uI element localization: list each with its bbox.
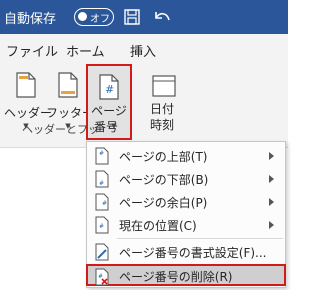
- submenu-arrow-icon: [269, 198, 274, 206]
- menu-item-page-margins[interactable]: # ページの余白(P): [87, 191, 285, 213]
- date-time-button[interactable]: 日付 時刻: [140, 64, 184, 140]
- date-time-label-line1: 日付: [149, 102, 174, 116]
- menu-separator: [117, 238, 283, 239]
- menu-item-top-of-page[interactable]: # ページの上部(T): [87, 145, 285, 167]
- menu-item-remove-page-numbers[interactable]: # ページ番号の削除(R): [86, 264, 286, 286]
- submenu-arrow-icon: [269, 175, 274, 183]
- ribbon-panel: ヘッダー ▼ フッター ▼ # ページ 番号 ▼ 日付 時刻 ヘッダーとフッ: [0, 64, 288, 148]
- tab-file[interactable]: ファイル: [6, 41, 58, 60]
- toggle-knob: [78, 12, 87, 21]
- svg-text:#: #: [99, 150, 104, 157]
- tab-insert[interactable]: 挿入: [130, 41, 156, 60]
- menu-item-label: ページの余白(P): [119, 196, 208, 210]
- title-bar: 自動保存 オフ: [0, 0, 288, 34]
- submenu-arrow-icon: [269, 152, 274, 160]
- undo-icon[interactable]: [152, 8, 172, 26]
- footer-button-label: フッター: [46, 106, 95, 120]
- page-bottom-icon: #: [95, 170, 109, 188]
- menu-item-format-page-numbers[interactable]: ページ番号の書式設定(F)...: [87, 241, 285, 263]
- format-page-number-icon: [95, 243, 109, 261]
- page-number-label-line1: ページ: [91, 104, 127, 118]
- date-time-label-line2: 時刻: [149, 118, 174, 132]
- menu-item-label: ページの上部(T): [119, 150, 208, 164]
- header-button-label: ヘッダー: [4, 106, 53, 120]
- autosave-label: 自動保存: [4, 12, 57, 27]
- svg-text:#: #: [99, 223, 104, 230]
- svg-text:#: #: [99, 180, 104, 187]
- autosave-toggle[interactable]: オフ: [74, 8, 114, 26]
- submenu-arrow-icon: [269, 221, 274, 229]
- ribbon-tabs: ファイル ホーム 挿入: [0, 34, 288, 64]
- menu-item-current-position[interactable]: # 現在の位置(C): [87, 214, 285, 236]
- group-label: ヘッダーとフッ: [22, 123, 99, 136]
- menu-item-label: 現在の位置(C): [119, 219, 197, 233]
- footer-icon: [58, 72, 78, 98]
- remove-page-number-icon: #: [95, 268, 109, 286]
- date-time-icon: [152, 75, 176, 97]
- menu-item-bottom-of-page[interactable]: # ページの下部(B): [87, 168, 285, 190]
- menu-item-label: ページ番号の書式設定(F)...: [119, 246, 267, 260]
- header-icon: [16, 72, 36, 98]
- tab-home[interactable]: ホーム: [66, 41, 105, 60]
- svg-text:#: #: [102, 200, 107, 207]
- page-margin-icon: #: [95, 193, 109, 211]
- menu-item-label: ページ番号の削除(R): [119, 270, 233, 284]
- page-number-menu: # ページの上部(T) # ページの下部(B) # ページの余白(P) # 現在…: [86, 141, 286, 288]
- save-icon[interactable]: [124, 9, 140, 25]
- autosave-toggle-text: オフ: [90, 14, 110, 25]
- page-top-icon: #: [95, 147, 109, 165]
- svg-text:#: #: [105, 83, 114, 96]
- page-number-icon: #: [99, 74, 119, 100]
- menu-item-label: ページの下部(B): [119, 173, 209, 187]
- chevron-down-icon: ▼: [111, 122, 117, 130]
- current-position-icon: #: [95, 216, 109, 234]
